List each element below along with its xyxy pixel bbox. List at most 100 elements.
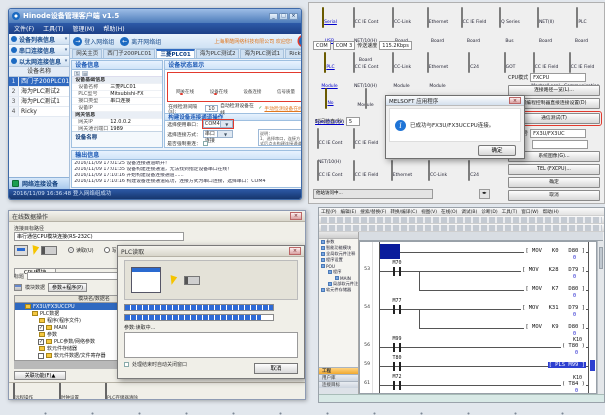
toolbar-row-2[interactable] [319, 224, 604, 232]
mov-instruction[interactable]: [ MOV K9 D80 ] [524, 324, 586, 330]
menu-item[interactable]: 在线(O) [441, 209, 457, 215]
cancel-button[interactable]: 取消 [508, 190, 600, 201]
com-port-select[interactable]: COM4 ▼ [203, 120, 233, 128]
timer-coil[interactable]: ( T84 ) [561, 381, 586, 387]
selected-cell[interactable] [380, 244, 400, 259]
menu-item[interactable]: 管理(M) [73, 24, 95, 33]
leave-network-group-button[interactable]: ← 离开网络组 [120, 37, 161, 46]
cancel-button[interactable]: 取消 [254, 363, 298, 374]
mov-instruction[interactable]: [ MOV K28 D79 ] [521, 267, 586, 273]
device-tab[interactable]: 三菱PLC01 [156, 49, 194, 58]
device-tab[interactable]: 海为PLC测试2 [196, 49, 240, 58]
ladder-canvas[interactable]: [ MOV K0 D80 ]0M70[ MOV K28 D79 ]0[ MOV … [373, 242, 596, 393]
force-reconnect-checkbox[interactable] [203, 141, 208, 146]
contact-label[interactable]: M99 [391, 336, 402, 342]
scrollbar-thumb[interactable] [599, 247, 603, 269]
navigation-tab[interactable]: 工程 [319, 367, 358, 374]
menu-item[interactable]: 帮助(H) [103, 24, 124, 33]
property-row[interactable]: 设备基础信息 [72, 77, 162, 84]
operation-radio[interactable]: 读取(U) [68, 247, 94, 254]
scroll-arrows[interactable]: ◂▸ [479, 189, 490, 199]
timer-coil[interactable]: ( T80 ) [561, 343, 586, 349]
property-row[interactable]: 设备IP [72, 105, 162, 112]
menu-item[interactable]: 转换/编译(C) [390, 209, 417, 215]
property-row[interactable]: PLC型号 Mitsubishi-FX [72, 91, 162, 98]
highlighted-toolbar-button[interactable] [299, 36, 302, 46]
property-row[interactable]: 网关IP 12.0.0.2 [72, 119, 162, 126]
dialog-title-bar[interactable]: 在线数据操作 × [9, 211, 305, 222]
device-list-row[interactable]: 2 海为PLC测试2 [9, 87, 69, 97]
checkbox[interactable] [38, 353, 44, 359]
related-function-item[interactable]: PLC存储器清除 [105, 384, 138, 400]
contact-bar[interactable] [393, 305, 395, 314]
network-devices-nav-item[interactable]: 网络连接设备 [9, 177, 69, 189]
tel-fxcpu-button[interactable]: TEL (FXCPU)... [508, 164, 600, 175]
sidebar-section-header[interactable]: 以太网连接信息 ▾ [9, 56, 69, 67]
device-list-row[interactable]: 3 海为PLC测试1 [9, 97, 69, 107]
login-network-group-button[interactable]: → 登入网络组 [73, 37, 114, 46]
sidebar-section-header[interactable]: 设备列表信息 ▾ [9, 34, 69, 45]
mov-instruction[interactable]: [ MOV K0 D80 ] [524, 248, 586, 254]
contact-bar[interactable] [399, 267, 401, 276]
menu-item[interactable]: 窗口(W) [521, 209, 538, 215]
menu-item[interactable]: 帮助(H) [543, 209, 559, 215]
sidebar-section-header[interactable]: 串口连接信息 ▾ [9, 45, 69, 56]
sort-icon[interactable]: ⇅ [74, 71, 80, 76]
device-tab[interactable]: 网关主页 [72, 49, 102, 58]
navigation-tab[interactable]: 连接目标 [319, 381, 358, 388]
property-row[interactable]: 接口类型 串口连接 [72, 98, 162, 105]
vertical-scrollbar[interactable] [597, 241, 604, 394]
baud-rate-value[interactable]: 115.2Kbps [379, 41, 412, 50]
contact-bar[interactable] [393, 267, 395, 276]
contact-bar[interactable] [399, 305, 401, 314]
maximize-button[interactable]: □ [279, 13, 288, 20]
contact-label[interactable]: T80 [391, 355, 402, 361]
dialog-title-bar[interactable]: PLC读取 × [118, 246, 304, 257]
menu-item[interactable]: 视图(V) [421, 209, 437, 215]
com-port-value[interactable]: COM 3 [333, 41, 356, 50]
ok-button[interactable]: 确定 [508, 177, 600, 188]
close-icon[interactable]: × [509, 97, 521, 104]
title-bar[interactable]: Hinode设备管理客户端 v1.5 _ □ × [9, 9, 301, 23]
contact-label[interactable]: M70 [391, 260, 402, 266]
pls-instruction[interactable]: [ PLS M99 ] [548, 362, 586, 368]
device-list-row[interactable]: 1 西门子200PLC01 [9, 77, 69, 87]
menu-item[interactable]: 搜索/替换(F) [360, 209, 386, 215]
close-icon[interactable]: × [290, 212, 302, 220]
interval-input[interactable]: 10 [205, 105, 218, 112]
contact-bar[interactable] [393, 343, 395, 352]
category-icon[interactable]: ▤ [82, 71, 88, 76]
mov-instruction[interactable]: [ MOV K31 D79 ] [521, 305, 586, 311]
contact-label[interactable]: M77 [391, 298, 402, 304]
time-check-value[interactable]: 5 [346, 117, 360, 126]
contact-bar[interactable] [393, 381, 395, 390]
device-list-row[interactable]: 4 Ricky [9, 107, 69, 117]
contact-bar[interactable] [399, 343, 401, 352]
param-program-button[interactable]: 参数+程序(P) [48, 283, 87, 292]
dialog-title-bar[interactable]: MELSOFT 应用程序 × [386, 96, 524, 106]
related-functions-button[interactable]: 关联功能(F)▲ [14, 371, 66, 380]
menu-item[interactable]: 调试(B) [461, 209, 477, 215]
manual-check-link[interactable]: 手动检测设备在线 [264, 105, 302, 112]
close-icon[interactable]: × [289, 247, 301, 255]
project-tree-item[interactable]: 软元件存储器 [319, 287, 358, 293]
menu-item[interactable]: 文件(F) [14, 24, 34, 33]
related-function-item[interactable]: 时钟设置 [59, 384, 79, 400]
menu-item[interactable]: 工具(T) [502, 209, 518, 215]
device-tab[interactable]: Ricky [285, 49, 302, 58]
device-tab[interactable]: 海为PLC测试1 [240, 49, 284, 58]
checkbox[interactable]: ✓ [38, 325, 44, 331]
property-row[interactable]: 网关信息 [72, 112, 162, 119]
device-tab[interactable]: 西门子200PLC01 [103, 49, 155, 58]
menu-item[interactable]: 工具(T) [43, 24, 63, 33]
ladder-editor[interactable]: 5354565961 [ MOV K0 D80 ]0M70[ MOV K28 D… [359, 241, 597, 394]
connect-mode-select[interactable]: 串口连接 ▼ [203, 130, 233, 138]
close-button[interactable]: × [289, 13, 298, 20]
menu-item[interactable]: 编辑(E) [341, 209, 357, 215]
toolbar-row-1[interactable] [319, 216, 604, 224]
contact-bar[interactable] [399, 362, 401, 371]
checkbox[interactable]: ✓ [38, 339, 44, 345]
dialog-ok-button[interactable]: 确定 [478, 145, 516, 156]
property-row[interactable]: 设备名称 三菱PLC01 [72, 84, 162, 91]
auto-check-checkbox[interactable]: ✓ [258, 106, 262, 111]
